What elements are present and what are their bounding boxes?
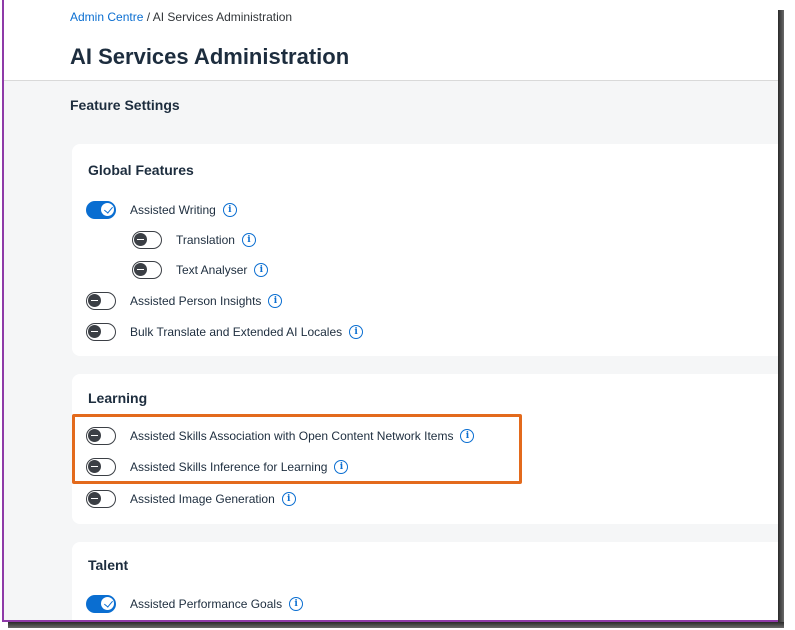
talent-title: Talent [88,557,129,573]
global-features-card: Global Features Assisted Writing i Trans… [72,144,778,356]
info-icon[interactable]: i [241,233,256,247]
info-icon[interactable]: i [268,294,283,308]
page-header: Admin Centre / AI Services Administratio… [4,0,778,81]
assisted-writing-label: Assisted Writing [130,203,216,217]
assisted-writing-toggle[interactable] [86,201,116,219]
minus-icon [91,497,98,499]
translation-row: Translation i [132,230,256,250]
bulk-translate-row: Bulk Translate and Extended AI Locales i [86,322,364,342]
info-icon[interactable]: i [349,325,364,339]
assisted-writing-row: Assisted Writing i [86,200,237,220]
minus-icon [91,465,98,467]
info-icon[interactable]: i [222,203,237,217]
info-icon[interactable]: i [254,263,269,277]
text-analyser-label: Text Analyser [176,263,248,277]
performance-goals-row: Assisted Performance Goals i [86,594,304,614]
breadcrumb-admin-centre-link[interactable]: Admin Centre [70,10,143,24]
app-window: Admin Centre / AI Services Administratio… [2,0,778,622]
window-shadow-bottom [8,622,784,628]
window-shadow-right [778,10,784,622]
info-icon[interactable]: i [289,597,304,611]
page-title: AI Services Administration [70,44,350,69]
image-generation-label: Assisted Image Generation [130,492,275,506]
minus-icon [91,434,98,436]
assisted-person-insights-label: Assisted Person Insights [130,294,262,308]
learning-title: Learning [88,390,148,406]
check-icon [104,204,113,214]
minus-icon [137,238,144,240]
text-analyser-row: Text Analyser i [132,260,269,280]
performance-goals-toggle[interactable] [86,595,116,613]
breadcrumb-separator: / [143,10,153,24]
assisted-person-insights-toggle[interactable] [86,292,116,310]
image-generation-toggle[interactable] [86,490,116,508]
bulk-translate-toggle[interactable] [86,323,116,341]
text-analyser-toggle[interactable] [132,261,162,279]
talent-card: Talent Assisted Performance Goals i [72,542,778,620]
minus-icon [91,299,98,301]
global-features-title: Global Features [88,162,194,178]
minus-icon [137,268,144,270]
breadcrumb-current: AI Services Administration [152,10,293,24]
translation-label: Translation [176,233,235,247]
check-icon [104,598,113,608]
translation-toggle[interactable] [132,231,162,249]
breadcrumb: Admin Centre / AI Services Administratio… [70,10,292,24]
performance-goals-label: Assisted Performance Goals [130,597,283,611]
bulk-translate-label: Bulk Translate and Extended AI Locales [130,325,343,339]
highlight-box [72,414,522,484]
info-icon[interactable]: i [281,492,296,506]
minus-icon [91,330,98,332]
assisted-person-insights-row: Assisted Person Insights i [86,291,283,311]
image-generation-row: Assisted Image Generation i [86,489,296,509]
feature-settings-title: Feature Settings [70,97,180,113]
